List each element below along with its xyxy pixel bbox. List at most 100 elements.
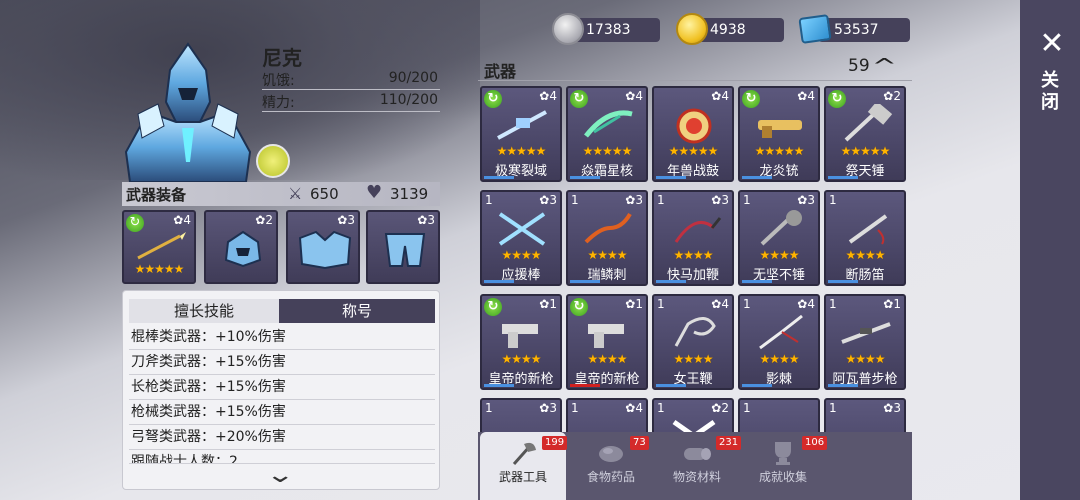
count-badge: 199	[542, 436, 568, 450]
chevron-down-icon[interactable]: ⌄	[265, 463, 295, 488]
currency-gold: 4938	[676, 13, 784, 45]
weapon-card[interactable]: 1 ✿4 ★★★★ 影棘	[738, 294, 820, 390]
durability-bar	[656, 176, 686, 179]
item-level: ✿4	[625, 89, 643, 103]
item-quantity: 1	[743, 401, 751, 415]
durability-bar	[742, 384, 772, 387]
gold-coin-icon	[676, 13, 708, 45]
count-badge: 73	[630, 436, 649, 450]
tab-weapons-tools[interactable]: 199 武器工具	[480, 432, 568, 500]
weapon-icon	[759, 314, 803, 350]
item-level: ✿4	[539, 89, 557, 103]
close-icon[interactable]: ✕	[1038, 29, 1066, 59]
ticket-amount: 53537	[818, 18, 910, 42]
equip-slot-weapon[interactable]: ↻ ✿4 ★★★★★	[122, 210, 196, 284]
item-level: ✿4	[711, 89, 729, 103]
item-level: ✿3	[883, 401, 901, 415]
weapon-icon	[760, 210, 802, 246]
tab-materials[interactable]: 231 物资材料	[654, 432, 742, 500]
close-panel[interactable]: ✕ 关闭	[1020, 0, 1080, 500]
item-level: ✿3	[625, 193, 643, 207]
weapon-icon	[674, 317, 716, 347]
tab-titles[interactable]: 称号	[279, 299, 435, 323]
rating-stars: ★★★★	[673, 352, 713, 366]
leg-armor-icon	[384, 233, 426, 267]
hunger-value: 90/200	[388, 70, 438, 86]
energy-row: 精力: 110/200	[262, 90, 440, 112]
weapon-card[interactable]: 1 ✿3 ★★★★ 瑞鳞刺	[566, 190, 648, 286]
item-level: ✿4	[797, 89, 815, 103]
weapon-card[interactable]: ↻ ✿1 ★★★★ 皇帝的新枪	[566, 294, 648, 390]
slot-stars: ★★★★★	[134, 262, 185, 276]
durability-bar	[656, 280, 686, 283]
rating-stars: ★★★★★	[754, 144, 805, 158]
weapon-card[interactable]: ↻ ✿1 ★★★★ 皇帝的新枪	[480, 294, 562, 390]
weapon-card[interactable]: ↻ ✿4 ★★★★★ 焱霜星核	[566, 86, 648, 182]
chevron-up-icon[interactable]: ^	[872, 54, 897, 78]
tab-food-medicine[interactable]: 73 食物药品	[568, 432, 654, 500]
item-level: ✿3	[539, 401, 557, 415]
equip-slot-legs[interactable]: ✿3	[366, 210, 440, 284]
weapon-icon	[758, 120, 802, 138]
spear-icon	[137, 232, 186, 260]
weapon-card[interactable]: ↻ ✿2 ★★★★★ 祭天锤	[824, 86, 906, 182]
weapon-card[interactable]: 1 ✿3 ★★★★ 无坚不锤	[738, 190, 820, 286]
weapon-icon	[498, 212, 546, 246]
tab-achievements[interactable]: 106 成就收集	[740, 432, 828, 500]
equip-slot-helmet[interactable]: ✿2	[204, 210, 278, 284]
rating-stars: ★★★★	[759, 352, 799, 366]
skill-line: 长枪类武器：+15%伤害	[129, 375, 435, 400]
item-quantity: 1	[743, 297, 751, 311]
skill-line: 跟随战士人数：2	[129, 450, 435, 464]
rating-stars: ★★★★	[845, 248, 885, 262]
tab-label: 物资材料	[672, 470, 721, 484]
durability-bar	[484, 280, 514, 283]
tab-label: 成就收集	[758, 470, 807, 484]
character-portrait	[118, 42, 258, 183]
weapon-icon	[584, 212, 632, 244]
trophy-icon	[775, 442, 791, 465]
durability-bar	[570, 176, 600, 179]
skills-panel: 擅长技能 称号 棍棒类武器：+10%伤害 刀斧类武器：+15%伤害 长枪类武器：…	[122, 290, 440, 490]
durability-bar	[742, 280, 772, 283]
tab-skills[interactable]: 擅长技能	[129, 299, 279, 323]
item-level: ✿2	[711, 401, 729, 415]
item-quantity: 1	[571, 401, 579, 415]
character-badge-icon[interactable]	[256, 144, 290, 178]
weapon-card[interactable]: 1 ✿3 ★★★★ 快马加鞭	[652, 190, 734, 286]
rating-stars: ★★★★	[845, 352, 885, 366]
item-level: ✿3	[539, 193, 557, 207]
item-quantity: 1	[485, 193, 493, 207]
weapon-card[interactable]: 1 ★★★★ 断肠笛	[824, 190, 906, 286]
rating-stars: ★★★★★	[668, 144, 719, 158]
weapon-icon	[848, 214, 888, 245]
heart-icon: ♥	[366, 182, 383, 203]
weapon-card[interactable]: ✿4 ★★★★★ 年兽战鼓	[652, 86, 734, 182]
rating-stars: ★★★★★	[582, 144, 633, 158]
item-level: ✿4	[625, 401, 643, 415]
equip-slot-armor[interactable]: ✿3	[286, 210, 360, 284]
durability-bar	[742, 176, 772, 179]
rating-stars: ★★★★★	[496, 144, 547, 158]
category-tabs: 199 武器工具 73 食物药品 231 物资材料 106 成就收集	[478, 432, 912, 500]
rating-stars: ★★★★★	[840, 144, 891, 158]
weapon-icon	[841, 322, 891, 344]
attack-value: 650	[310, 185, 339, 203]
rating-stars: ★★★★	[673, 248, 713, 262]
weapon-card[interactable]: 1 ✿4 ★★★★ 女王鞭	[652, 294, 734, 390]
weapon-card[interactable]: ↻ ✿4 ★★★★★ 龙炎铳	[738, 86, 820, 182]
close-label[interactable]: 关闭	[1038, 70, 1061, 114]
item-quantity: 1	[571, 193, 579, 207]
character-name: 尼克	[262, 46, 302, 70]
rating-stars: ★★★★	[501, 352, 541, 366]
item-level: ✿2	[883, 89, 901, 103]
count-badge: 106	[802, 436, 828, 450]
weapons-count: 59	[848, 56, 870, 76]
equipment-title: 武器装备	[126, 186, 187, 204]
weapon-card[interactable]: 1 ✿1 ★★★★ 阿瓦普步枪	[824, 294, 906, 390]
item-level: ✿1	[883, 297, 901, 311]
weapon-card[interactable]: 1 ✿3 ★★★★ 应援棒	[480, 190, 562, 286]
currency-silver: 17383	[552, 13, 660, 45]
durability-bar	[656, 384, 686, 387]
weapon-card[interactable]: ↻ ✿4 ★★★★★ 极寒裂域	[480, 86, 562, 182]
